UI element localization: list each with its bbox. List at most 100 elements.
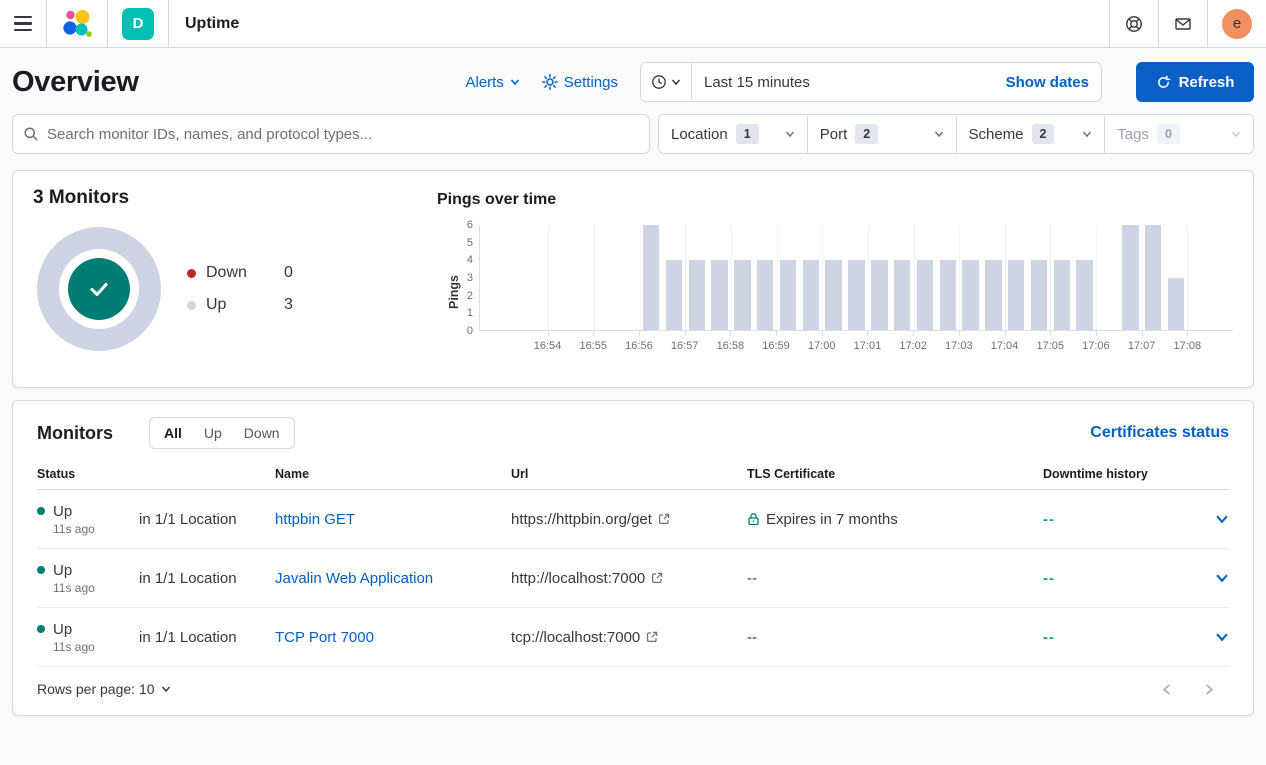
gridline bbox=[1187, 225, 1188, 330]
external-link-icon[interactable] bbox=[651, 572, 663, 584]
chart-bar bbox=[1145, 225, 1161, 330]
gridline bbox=[640, 225, 641, 330]
filter-scheme[interactable]: Scheme2 bbox=[957, 115, 1106, 153]
alerts-menu-button[interactable]: Alerts bbox=[465, 74, 519, 91]
last-check-time: 11s ago bbox=[37, 640, 95, 654]
tls-expiry: Expires in 7 months bbox=[766, 511, 898, 528]
monitor-name-link[interactable]: TCP Port 7000 bbox=[275, 629, 374, 646]
filter-tags[interactable]: Tags0 bbox=[1105, 115, 1253, 153]
tab-up[interactable]: Up bbox=[204, 425, 222, 441]
gridline bbox=[959, 225, 960, 330]
rows-per-page-button[interactable]: Rows per page: 10 bbox=[37, 681, 171, 697]
filter-location[interactable]: Location1 bbox=[659, 115, 808, 153]
tab-all[interactable]: All bbox=[164, 425, 182, 441]
chart-bar bbox=[803, 260, 819, 330]
filter-port[interactable]: Port2 bbox=[808, 115, 957, 153]
monitors-count-heading: 3 Monitors bbox=[33, 187, 437, 209]
clock-icon bbox=[651, 74, 667, 90]
help-lifebuoy-icon bbox=[1124, 14, 1144, 34]
tab-down[interactable]: Down bbox=[244, 425, 280, 441]
x-tick-label: 17:06 bbox=[1082, 340, 1110, 352]
x-tick-mark bbox=[913, 331, 914, 336]
up-status-icon bbox=[37, 566, 45, 574]
previous-page-button[interactable] bbox=[1161, 683, 1174, 696]
newsfeed-button[interactable] bbox=[1159, 0, 1207, 47]
chart-bar bbox=[917, 260, 933, 330]
chevron-down-icon bbox=[1231, 129, 1241, 139]
last-check-time: 11s ago bbox=[37, 581, 95, 595]
status-filter-tabs: All Up Down bbox=[149, 417, 295, 449]
expand-row-button[interactable] bbox=[1189, 512, 1229, 526]
chart-bar bbox=[1054, 260, 1070, 330]
x-tick-mark bbox=[639, 331, 640, 336]
monitor-name-link[interactable]: httpbin GET bbox=[275, 511, 355, 528]
user-menu[interactable]: e bbox=[1208, 0, 1266, 47]
show-dates-button[interactable]: Show dates bbox=[994, 74, 1101, 91]
search-input[interactable] bbox=[47, 126, 639, 143]
chevron-down-icon bbox=[1215, 512, 1229, 526]
x-tick-mark bbox=[1096, 331, 1097, 336]
elastic-logo[interactable] bbox=[47, 0, 107, 47]
chevron-down-icon bbox=[1082, 129, 1092, 139]
chart-bar bbox=[711, 260, 727, 330]
gridline bbox=[1005, 225, 1006, 330]
table-row: Up 11s ago in 1/1 Location httpbin GET h… bbox=[37, 490, 1229, 549]
time-range-picker: Last 15 minutes Show dates bbox=[640, 62, 1102, 102]
gridline bbox=[868, 225, 869, 330]
downtime-history: -- bbox=[1043, 511, 1189, 528]
x-tick-mark bbox=[685, 331, 686, 336]
external-link-icon[interactable] bbox=[658, 513, 670, 525]
filter-count-badge: 1 bbox=[736, 124, 759, 144]
external-link-icon[interactable] bbox=[646, 631, 658, 643]
settings-button[interactable]: Settings bbox=[542, 74, 618, 91]
chart-bar bbox=[689, 260, 705, 330]
col-name: Name bbox=[275, 467, 511, 481]
legend-down: Down 0 bbox=[187, 264, 293, 282]
x-tick-mark bbox=[959, 331, 960, 336]
y-tick-label: 6 bbox=[467, 219, 473, 231]
help-button[interactable] bbox=[1110, 0, 1158, 47]
chart-bar bbox=[734, 260, 750, 330]
x-tick-label: 17:05 bbox=[1036, 340, 1064, 352]
x-tick-label: 16:55 bbox=[579, 340, 607, 352]
x-tick-mark bbox=[1187, 331, 1188, 336]
menu-toggle[interactable] bbox=[0, 0, 46, 47]
status-donut-chart bbox=[37, 227, 161, 351]
gridline bbox=[914, 225, 915, 330]
x-tick-mark bbox=[867, 331, 868, 336]
monitor-url: http://localhost:7000 bbox=[511, 570, 645, 587]
chart-bar bbox=[780, 260, 796, 330]
x-tick-label: 17:03 bbox=[945, 340, 973, 352]
table-row: Up 11s ago in 1/1 Location TCP Port 7000… bbox=[37, 608, 1229, 667]
chevron-down-icon bbox=[1215, 630, 1229, 644]
refresh-button[interactable]: Refresh bbox=[1136, 62, 1254, 102]
x-tick-label: 17:01 bbox=[854, 340, 882, 352]
y-axis-ticks: 0123456 bbox=[457, 225, 479, 331]
gridline bbox=[1096, 225, 1097, 330]
up-status-icon bbox=[37, 507, 45, 515]
chart-bar bbox=[1008, 260, 1024, 330]
y-tick-label: 4 bbox=[467, 254, 473, 266]
up-status-icon bbox=[37, 625, 45, 633]
hamburger-icon bbox=[14, 16, 32, 31]
table-header: Status Name Url TLS Certificate Downtime… bbox=[37, 467, 1229, 490]
x-tick-mark bbox=[1005, 331, 1006, 336]
next-page-button[interactable] bbox=[1202, 683, 1215, 696]
chart-title: Pings over time bbox=[437, 191, 1233, 209]
last-check-time: 11s ago bbox=[37, 522, 95, 536]
down-count: 0 bbox=[284, 264, 293, 282]
monitors-heading: Monitors bbox=[37, 423, 113, 444]
expand-row-button[interactable] bbox=[1189, 630, 1229, 644]
time-range-value[interactable]: Last 15 minutes bbox=[692, 74, 994, 91]
y-tick-label: 5 bbox=[467, 237, 473, 249]
filter-count-badge: 2 bbox=[855, 124, 878, 144]
certificates-status-link[interactable]: Certificates status bbox=[1090, 424, 1229, 442]
space-switcher[interactable]: D bbox=[108, 0, 168, 47]
x-tick-label: 17:02 bbox=[899, 340, 927, 352]
x-tick-label: 17:04 bbox=[991, 340, 1019, 352]
quick-select-menu-button[interactable] bbox=[641, 63, 692, 101]
monitor-name-link[interactable]: Javalin Web Application bbox=[275, 570, 433, 587]
x-tick-label: 16:58 bbox=[717, 340, 745, 352]
pings-chart: Pings over time Pings 0123456 16:5416:55… bbox=[437, 187, 1233, 371]
expand-row-button[interactable] bbox=[1189, 571, 1229, 585]
